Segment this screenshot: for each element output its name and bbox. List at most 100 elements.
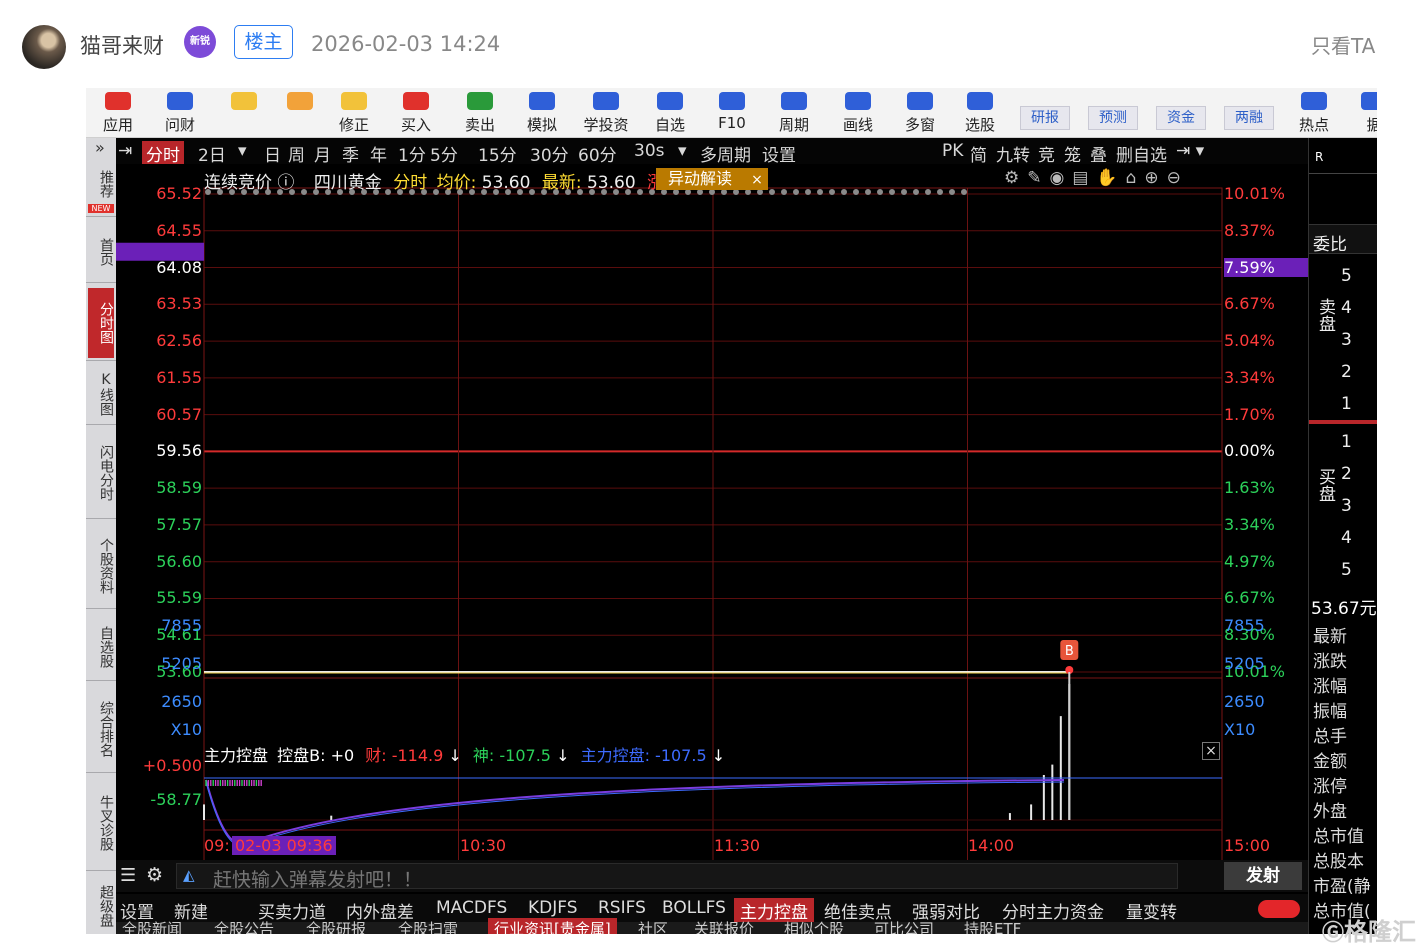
period-right-tab-6[interactable]: 删自选	[1116, 141, 1167, 166]
toolbar-button-0[interactable]: 研报	[1020, 106, 1070, 130]
toolbar-edit-button[interactable]: 修正	[326, 92, 382, 136]
period-tab-14[interactable]: 设置	[762, 141, 796, 166]
toolbar-apps-button[interactable]: 应用	[90, 92, 146, 136]
anomaly-close-icon[interactable]: ×	[751, 172, 763, 188]
toolbar-tail-0[interactable]: 热点	[1286, 92, 1342, 136]
send-button[interactable]: 发射	[1224, 862, 1302, 890]
toolbar-cycle-button[interactable]: 周期	[766, 92, 822, 136]
nav-item-2[interactable]: 分时图	[88, 288, 114, 358]
period-right-tab-5[interactable]: 叠	[1090, 141, 1107, 166]
expand-right-icon[interactable]: ⇥ ▾	[1176, 141, 1204, 161]
lock-icon[interactable]: ⌂	[1126, 168, 1145, 188]
period-right-tab-1[interactable]: 简	[970, 141, 987, 166]
gear-icon[interactable]: ⚙	[146, 864, 163, 886]
expand-icon[interactable]: ⇥	[118, 141, 132, 161]
nav-item-1[interactable]: 首页	[88, 224, 114, 280]
news-tab-7[interactable]: 相似个股	[784, 918, 844, 934]
dropdown-caret-icon[interactable]: ▾	[238, 141, 247, 161]
toolbar-multi-window-button[interactable]: 多窗	[892, 92, 948, 136]
price-axis-label-left: 61.55	[156, 367, 202, 387]
toolbar-watchlist-button[interactable]: 自选	[642, 92, 698, 136]
period-right-tab-4[interactable]: 笼	[1064, 141, 1081, 166]
period-tab-1[interactable]: 2日	[198, 141, 226, 166]
indicator-tab-12[interactable]: 量变转	[1126, 898, 1177, 923]
toolbar-draw-line-button[interactable]: 画线	[830, 92, 886, 136]
dropdown-caret-icon[interactable]: ▾	[678, 141, 687, 161]
nav-item-6[interactable]: 自选股	[88, 616, 114, 678]
news-tab-1[interactable]: 全股公告	[214, 918, 274, 934]
toolbar-button-2[interactable]: 资金	[1156, 106, 1206, 130]
period-right-tab-0[interactable]: PK	[942, 141, 963, 161]
toolbar-sell-button[interactable]: 卖出	[452, 92, 508, 136]
news-tab-2[interactable]: 全股研报	[306, 918, 366, 934]
nav-item-9[interactable]: 超级盘	[88, 878, 114, 934]
nav-item-8[interactable]: 牛叉诊股	[88, 778, 114, 868]
period-tab-3[interactable]: 周	[288, 141, 305, 166]
news-tab-0[interactable]: 全股新闻	[122, 918, 182, 934]
period-right-tab-3[interactable]: 竞	[1038, 141, 1055, 166]
news-tab-3[interactable]: 全股扫雷	[398, 918, 458, 934]
indicator-tab-6[interactable]: RSIFS	[598, 898, 646, 918]
pen-icon[interactable]: ✎	[1027, 168, 1049, 188]
avatar[interactable]	[22, 25, 66, 69]
toolbar-simulate-button[interactable]: 模拟	[514, 92, 570, 136]
news-tab-6[interactable]: 关联报价	[694, 918, 754, 934]
toolbar-download-arrow-button[interactable]	[272, 92, 328, 136]
menu-icon[interactable]: ☰	[120, 865, 136, 886]
toolbar-stock-picker-button[interactable]: 选股	[952, 92, 1008, 136]
book-level: 2	[1341, 464, 1352, 484]
nav-item-5[interactable]: 个股资料	[88, 526, 114, 606]
anomaly-tag[interactable]: 异动解读 ×	[656, 168, 768, 190]
period-tab-8[interactable]: 5分	[430, 141, 458, 166]
news-tab-9[interactable]: 持股ETF	[964, 918, 1021, 934]
period-tab-11[interactable]: 60分	[578, 141, 617, 166]
nav-separator	[86, 870, 116, 871]
toolbar-tail-1[interactable]: 据	[1346, 92, 1377, 136]
period-tab-12[interactable]: 30s	[634, 141, 665, 161]
settings-icon[interactable]: ⚙	[1004, 168, 1027, 188]
period-tab-2[interactable]: 日	[264, 141, 281, 166]
danmaku-input[interactable]: ◭ 赶快输入弹幕发射吧！！	[176, 863, 1178, 891]
period-tab-4[interactable]: 月	[314, 141, 331, 166]
toolbar-f10-button[interactable]: F10	[704, 92, 760, 136]
period-tab-9[interactable]: 15分	[478, 141, 517, 166]
info-circle-icon[interactable]: ⓘ	[277, 173, 294, 193]
zoom-out-icon[interactable]: ⊖	[1167, 168, 1189, 188]
time-axis-label: 15:00	[1224, 836, 1271, 855]
news-tab-8[interactable]: 可比公司	[874, 918, 934, 934]
eye-icon[interactable]: ◉	[1050, 168, 1073, 188]
period-tab-5[interactable]: 季	[342, 141, 359, 166]
toolbar-ai-button[interactable]: 问财	[152, 92, 208, 136]
username[interactable]: 猫哥来财	[80, 30, 164, 60]
zoom-in-icon[interactable]: ⊕	[1144, 168, 1166, 188]
only-ta-link[interactable]: 只看TA	[1311, 30, 1375, 59]
toolbar-learn-button[interactable]: 学投资	[578, 92, 634, 136]
nav-separator	[86, 518, 116, 519]
stock-name[interactable]: 四川黄金	[314, 173, 382, 193]
period-tab-7[interactable]: 1分	[398, 141, 426, 166]
period-tab-10[interactable]: 30分	[530, 141, 569, 166]
period-tab-13[interactable]: 多周期	[700, 141, 751, 166]
news-tab-5[interactable]: 社区	[638, 918, 668, 934]
nav-item-3[interactable]: K线图	[88, 366, 114, 422]
indicator-tab-4[interactable]: MACDFS	[436, 898, 507, 918]
hand-icon[interactable]: ✋	[1096, 168, 1125, 188]
nav-item-7[interactable]: 综合排名	[88, 688, 114, 770]
toggle-switch[interactable]	[1258, 900, 1300, 918]
indicator-close-icon[interactable]: ×	[1202, 742, 1220, 760]
period-tab-6[interactable]: 年	[370, 141, 387, 166]
period-right-tab-2[interactable]: 九转	[996, 141, 1030, 166]
toolbar-buy-button[interactable]: 买入	[388, 92, 444, 136]
book-level: 1	[1341, 432, 1352, 452]
indicator-title[interactable]: 主力控盘	[204, 746, 268, 765]
indicator-tab-5[interactable]: KDJFS	[528, 898, 578, 918]
nav-item-4[interactable]: 闪电分时	[88, 430, 114, 516]
indicator-tab-7[interactable]: BOLLFS	[662, 898, 726, 918]
toolbar-back-arrow-button[interactable]	[216, 92, 272, 136]
toolbar-button-1[interactable]: 预测	[1088, 106, 1138, 130]
news-tab-4[interactable]: 行业资讯[贵金属]	[488, 918, 617, 934]
toolbar-label: 模拟	[526, 116, 557, 134]
period-tab-0[interactable]: 分时	[142, 141, 184, 166]
toolbar-button-3[interactable]: 两融	[1224, 106, 1274, 130]
print-icon[interactable]: ▤	[1072, 168, 1096, 188]
